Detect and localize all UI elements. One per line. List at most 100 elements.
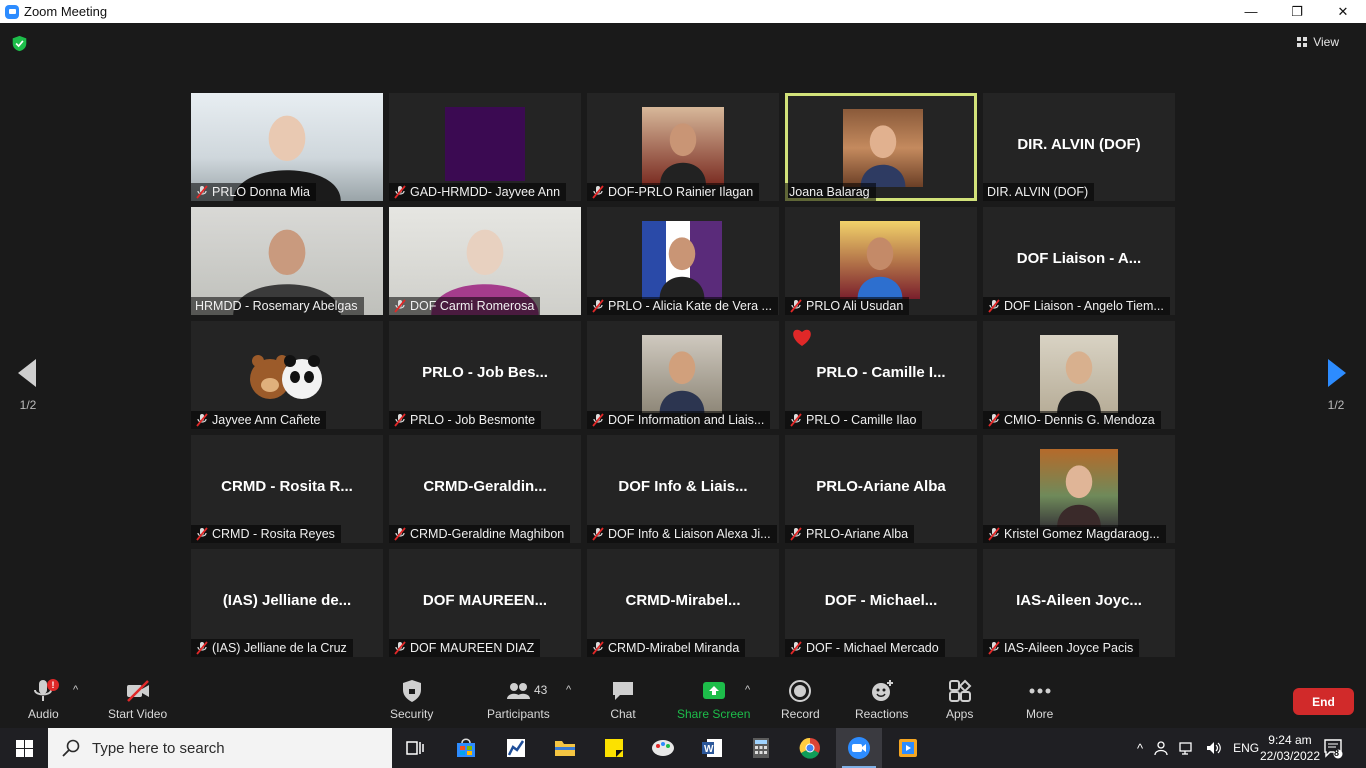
participant-tile[interactable]: Jayvee Ann Cañete <box>191 321 383 429</box>
participant-tile[interactable]: DOF Carmi Romerosa <box>389 207 581 315</box>
minimize-button[interactable]: — <box>1228 0 1274 23</box>
apps-button[interactable]: Apps <box>946 678 973 721</box>
end-meeting-button[interactable]: End <box>1293 688 1354 715</box>
taskbar-media-player[interactable] <box>885 728 931 768</box>
participant-name-label: IAS-Aileen Joyce Pacis <box>983 639 1140 657</box>
participant-tile[interactable]: DOF MAUREEN... DOF MAUREEN DIAZ <box>389 549 581 657</box>
participant-name-label: PRLO - Camille Ilao <box>785 411 923 429</box>
taskbar-file-explorer[interactable] <box>542 728 588 768</box>
audio-alert-badge: ! <box>47 679 59 691</box>
taskbar-chrome[interactable] <box>787 728 833 768</box>
notification-center-button[interactable]: 8 <box>1322 728 1344 768</box>
participant-tile[interactable]: CRMD-Geraldin... CRMD-Geraldine Maghibon <box>389 435 581 543</box>
media-player-icon <box>899 739 917 757</box>
participant-tile[interactable]: PRLO-Ariane Alba PRLO-Ariane Alba <box>785 435 977 543</box>
muted-mic-icon <box>988 299 1000 313</box>
participant-video <box>445 107 525 181</box>
share-screen-button[interactable]: Share Screen <box>677 678 750 721</box>
taskbar-search[interactable]: Type here to search <box>48 728 392 768</box>
participant-tile[interactable]: PRLO - Camille I... PRLO - Camille Ilao <box>785 321 977 429</box>
participant-tile[interactable]: DOF Info & Liais... DOF Info & Liaison Al… <box>587 435 779 543</box>
more-label: More <box>1026 707 1054 721</box>
participant-video <box>642 107 724 185</box>
taskbar-word[interactable]: W <box>689 728 735 768</box>
chat-button[interactable]: Chat <box>610 678 636 721</box>
participant-tile[interactable]: Joana Balarag <box>785 93 977 201</box>
participant-name-label: CRMD - Rosita Reyes <box>191 525 341 543</box>
audio-options-caret[interactable]: ^ <box>73 684 78 696</box>
participant-tile[interactable]: PRLO - Alicia Kate de Vera ... <box>587 207 779 315</box>
analytics-icon <box>507 739 525 757</box>
participant-tile[interactable]: PRLO - Job Bes... PRLO - Job Besmonte <box>389 321 581 429</box>
security-button[interactable]: Security <box>390 678 433 721</box>
muted-mic-icon <box>394 527 406 541</box>
participants-options-caret[interactable]: ^ <box>566 684 571 696</box>
participant-display-name: CRMD - Rosita R... <box>221 478 353 495</box>
reactions-button[interactable]: Reactions <box>855 678 908 721</box>
system-tray: ^ ENG <box>1137 728 1259 768</box>
window-title: Zoom Meeting <box>24 4 108 19</box>
muted-mic-icon <box>592 527 604 541</box>
participant-tile[interactable]: GAD-HRMDD- Jayvee Ann <box>389 93 581 201</box>
participant-video <box>843 109 923 187</box>
taskbar-clock[interactable]: 9:24 am 22/03/2022 <box>1260 732 1320 764</box>
participant-video <box>840 221 920 299</box>
participant-tile[interactable]: CMIO- Dennis G. Mendoza <box>983 321 1175 429</box>
participant-name-label: PRLO Ali Usudan <box>785 297 910 315</box>
participant-name-label: PRLO - Alicia Kate de Vera ... <box>587 297 778 315</box>
participant-tile[interactable]: (IAS) Jelliane de... (IAS) Jelliane de la… <box>191 549 383 657</box>
participant-name-label: HRMDD - Rosemary Abelgas <box>191 297 364 315</box>
taskbar-zoom[interactable] <box>836 728 882 768</box>
participant-tile[interactable]: DOF-PRLO Rainier Ilagan <box>587 93 779 201</box>
more-button[interactable]: More <box>1026 678 1053 721</box>
participant-display-name: CRMD-Mirabel... <box>625 592 741 609</box>
participant-tile[interactable]: Kristel Gomez Magdaraog... <box>983 435 1175 543</box>
taskbar-store[interactable] <box>443 728 489 768</box>
participant-tile[interactable]: DOF Information and Liais... <box>587 321 779 429</box>
participant-tile[interactable]: CRMD - Rosita R... CRMD - Rosita Reyes <box>191 435 383 543</box>
chevron-right-icon <box>1328 359 1346 387</box>
language-indicator[interactable]: ENG <box>1233 741 1259 755</box>
encryption-shield-icon[interactable] <box>11 35 28 52</box>
participant-tile[interactable]: IAS-Aileen Joyc... IAS-Aileen Joyce Pacis <box>983 549 1175 657</box>
previous-page-button[interactable]: 1/2 <box>8 359 48 412</box>
taskbar-chart-app[interactable] <box>493 728 539 768</box>
restore-button[interactable]: ❐ <box>1274 0 1320 23</box>
participant-tile[interactable]: DIR. ALVIN (DOF) DIR. ALVIN (DOF) <box>983 93 1175 201</box>
participant-name-label: PRLO Donna Mia <box>191 183 316 201</box>
view-label: View <box>1313 35 1339 49</box>
tray-overflow-chevron-icon[interactable]: ^ <box>1137 741 1143 756</box>
start-button[interactable] <box>0 728 48 768</box>
muted-mic-icon <box>988 527 1000 541</box>
participant-tile[interactable]: DOF Liaison - A... DOF Liaison - Angelo T… <box>983 207 1175 315</box>
word-icon: W <box>702 739 722 757</box>
taskbar-calculator[interactable] <box>738 728 784 768</box>
participant-tile[interactable]: HRMDD - Rosemary Abelgas <box>191 207 383 315</box>
taskbar-paint[interactable] <box>640 728 686 768</box>
grid-view-icon <box>1297 37 1308 47</box>
view-button[interactable]: View <box>1297 35 1339 49</box>
notification-icon <box>1324 739 1343 759</box>
participant-tile[interactable]: DOF - Michael... DOF - Michael Mercado <box>785 549 977 657</box>
participant-name-label: GAD-HRMDD- Jayvee Ann <box>389 183 567 201</box>
page-indicator-right: 1/2 <box>1327 398 1345 412</box>
participant-tile[interactable]: CRMD-Mirabel... CRMD-Mirabel Miranda <box>587 549 779 657</box>
volume-icon[interactable] <box>1205 740 1223 756</box>
task-view-button[interactable] <box>392 728 438 768</box>
record-button[interactable]: Record <box>781 678 820 721</box>
muted-mic-icon <box>394 413 406 427</box>
search-icon <box>62 739 80 757</box>
network-icon[interactable] <box>1179 740 1195 756</box>
participant-name-label: DOF Info & Liaison Alexa Ji... <box>587 525 777 543</box>
contact-icon[interactable] <box>1153 740 1169 756</box>
next-page-button[interactable]: 1/2 <box>1316 359 1356 412</box>
store-icon <box>457 738 475 757</box>
close-button[interactable]: ✕ <box>1320 0 1366 23</box>
participant-tile[interactable]: PRLO Donna Mia <box>191 93 383 201</box>
share-options-caret[interactable]: ^ <box>745 684 750 696</box>
participant-name: DOF Carmi Romerosa <box>410 299 535 313</box>
start-video-button[interactable]: Start Video <box>108 678 167 721</box>
audio-label: Audio <box>28 707 59 721</box>
taskbar-sticky-notes[interactable] <box>591 728 637 768</box>
participant-tile[interactable]: PRLO Ali Usudan <box>785 207 977 315</box>
